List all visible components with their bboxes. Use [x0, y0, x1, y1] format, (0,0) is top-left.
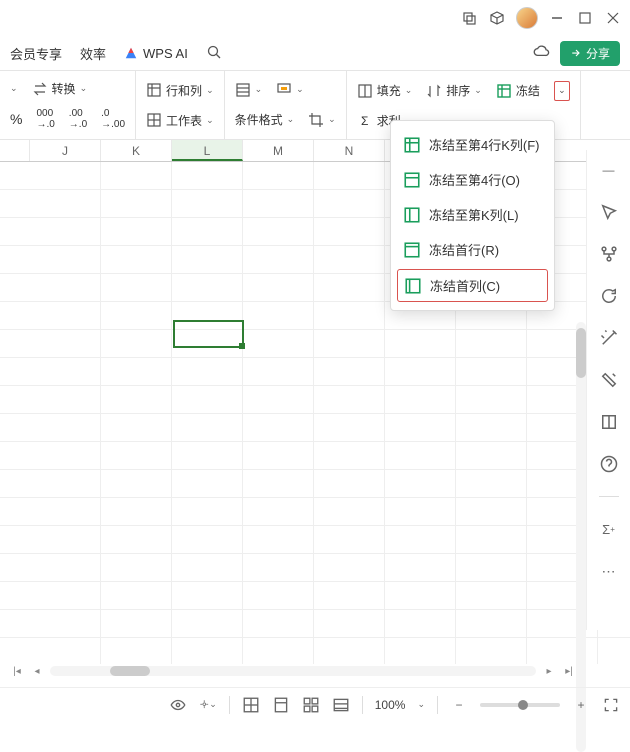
share-label: 分享	[586, 45, 610, 62]
col-header[interactable]	[0, 140, 30, 161]
avatar[interactable]	[516, 7, 538, 29]
separator	[599, 496, 619, 497]
menu-member[interactable]: 会员专享	[10, 44, 62, 63]
freeze-first-col[interactable]: 冻结首列(C)	[397, 269, 548, 302]
format-button[interactable]: ⌄	[276, 82, 304, 98]
table-style-icon	[235, 82, 251, 98]
titlebar	[0, 0, 630, 36]
tools-icon[interactable]	[599, 370, 619, 390]
view-page-icon[interactable]	[272, 696, 290, 714]
view-normal-icon[interactable]	[242, 696, 260, 714]
fill-icon	[357, 83, 373, 99]
freeze-icon	[403, 136, 421, 154]
freeze-dropdown-caret[interactable]: ⌄	[554, 81, 570, 101]
target-icon[interactable]: ⌄	[199, 696, 217, 714]
rowcol-icon	[146, 82, 162, 98]
worksheet-icon	[146, 112, 162, 128]
zoom-level[interactable]: 100%	[375, 698, 406, 712]
freeze-first-row-icon	[403, 241, 421, 259]
percent-button[interactable]: %	[10, 111, 22, 127]
sigma-plus-icon[interactable]: Σ+	[599, 519, 619, 539]
ai-label: WPS AI	[143, 46, 188, 61]
col-header-active[interactable]: L	[172, 140, 243, 161]
format-icon	[276, 82, 292, 98]
freeze-col-icon	[403, 206, 421, 224]
condfmt-button[interactable]: 条件格式⌄	[235, 111, 295, 128]
scrollbar-thumb[interactable]	[576, 328, 586, 378]
menu-efficiency[interactable]: 效率	[80, 44, 106, 63]
worksheet-button[interactable]: 工作表⌄	[146, 112, 214, 129]
dropdown-blank[interactable]: ⌄	[10, 83, 18, 94]
sort-icon	[426, 83, 442, 99]
dec3-button[interactable]: .0→.00	[101, 108, 125, 130]
freeze-to-row-col[interactable]: 冻结至第4行K列(F)	[391, 127, 554, 162]
more-icon[interactable]: ⋯	[599, 561, 619, 581]
book-icon[interactable]	[599, 412, 619, 432]
horizontal-scroll: |◂ ◂ ▸ ▸|	[10, 663, 576, 679]
refresh-icon[interactable]	[599, 286, 619, 306]
fullscreen-icon[interactable]	[602, 696, 620, 714]
crop-icon	[308, 112, 324, 128]
menubar: 会员专享 效率 WPS AI 分享	[0, 36, 630, 70]
sigma-icon: Σ	[357, 113, 373, 129]
eye-icon[interactable]	[169, 696, 187, 714]
maximize-icon[interactable]	[576, 9, 594, 27]
zoom-caret[interactable]: ⌄	[417, 699, 425, 710]
sheet-next-icon[interactable]: ▸	[542, 664, 556, 678]
zoom-slider[interactable]	[480, 703, 560, 707]
cursor-icon[interactable]	[599, 202, 619, 222]
table-style-button[interactable]: ⌄	[235, 82, 263, 98]
help-icon[interactable]	[599, 454, 619, 474]
zoom-in-icon[interactable]: +	[572, 696, 590, 714]
minimize-icon[interactable]	[548, 9, 566, 27]
selected-cell[interactable]	[173, 320, 244, 348]
zoom-out-icon[interactable]: −	[450, 696, 468, 714]
freeze-dropdown: 冻结至第4行K列(F) 冻结至第4行(O) 冻结至第K列(L) 冻结首行(R) …	[390, 120, 555, 311]
rowcol-button[interactable]: 行和列⌄	[146, 82, 214, 99]
close-icon[interactable]	[604, 9, 622, 27]
wand-icon[interactable]	[599, 328, 619, 348]
search-icon[interactable]	[206, 44, 222, 63]
freeze-to-row[interactable]: 冻结至第4行(O)	[391, 162, 554, 197]
sheet-last-icon[interactable]: ▸|	[562, 664, 576, 678]
col-header[interactable]: J	[30, 140, 101, 161]
separator	[229, 696, 230, 714]
col-header[interactable]: K	[101, 140, 172, 161]
dec2-button[interactable]: .00→.0	[69, 108, 87, 130]
sort-button[interactable]: 排序⌄	[426, 82, 482, 99]
freeze-icon	[496, 83, 512, 99]
col-header[interactable]: M	[243, 140, 314, 161]
separator	[362, 696, 363, 714]
freeze-first-col-icon	[404, 277, 422, 295]
crop-button[interactable]: ⌄	[308, 112, 336, 128]
convert-button[interactable]: 转换⌄	[32, 80, 88, 97]
statusbar: ⌄ 100% ⌄ − +	[0, 687, 630, 721]
col-header[interactable]: N	[314, 140, 385, 161]
flow-icon[interactable]	[599, 244, 619, 264]
ai-logo-icon	[124, 46, 138, 60]
separator	[437, 696, 438, 714]
freeze-first-row[interactable]: 冻结首行(R)	[391, 232, 554, 267]
hscroll-track[interactable]	[50, 666, 536, 676]
freeze-row-icon	[403, 171, 421, 189]
right-panel: — Σ+ ⋯	[586, 150, 630, 630]
view-break-icon[interactable]	[302, 696, 320, 714]
fill-button[interactable]: 填充⌄	[357, 82, 413, 99]
hscroll-thumb[interactable]	[110, 666, 150, 676]
sheet-first-icon[interactable]: |◂	[10, 664, 24, 678]
cloud-icon[interactable]	[532, 43, 550, 64]
zoom-slider-thumb[interactable]	[518, 700, 528, 710]
minus-icon[interactable]: —	[599, 160, 619, 180]
cube-icon[interactable]	[488, 9, 506, 27]
convert-icon	[32, 81, 48, 97]
dec1-button[interactable]: 000→.0	[36, 108, 54, 130]
freeze-to-col[interactable]: 冻结至第K列(L)	[391, 197, 554, 232]
share-icon	[570, 47, 582, 59]
freeze-button[interactable]: 冻结	[496, 82, 540, 99]
sheet-prev-icon[interactable]: ◂	[30, 664, 44, 678]
wps-ai[interactable]: WPS AI	[124, 46, 188, 61]
window-copy-icon[interactable]	[460, 9, 478, 27]
share-button[interactable]: 分享	[560, 41, 620, 66]
view-read-icon[interactable]	[332, 696, 350, 714]
